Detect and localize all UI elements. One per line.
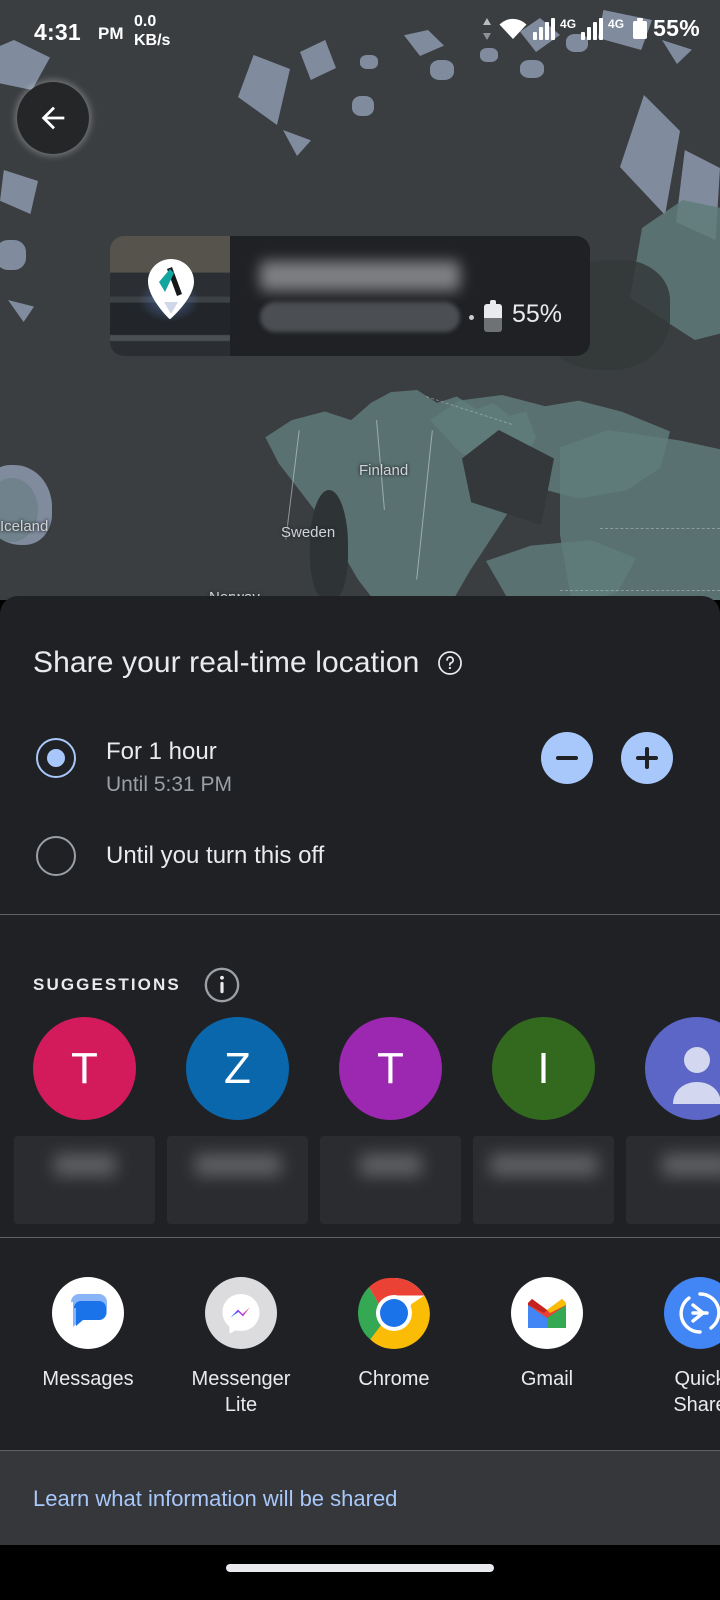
map-border-dashed xyxy=(560,590,720,591)
contact-name-redacted xyxy=(14,1136,155,1224)
person-icon xyxy=(672,1046,720,1104)
map-ice-shape xyxy=(520,60,544,78)
app-label: Gmail xyxy=(520,1368,574,1390)
radio-unselected[interactable] xyxy=(36,836,76,876)
app-item-messages[interactable]: Messages xyxy=(33,1277,143,1418)
duration-stepper xyxy=(541,732,673,784)
increase-duration-button[interactable] xyxy=(621,732,673,784)
avatar[interactable]: T xyxy=(339,1017,442,1120)
avatar-initial: T xyxy=(71,1043,98,1093)
avatar[interactable]: I xyxy=(492,1017,595,1120)
info-circle-icon[interactable] xyxy=(203,966,241,1004)
help-circle-icon[interactable] xyxy=(437,650,463,676)
contact-item[interactable]: Z xyxy=(167,1017,308,1224)
learn-more-link[interactable]: Learn what information will be shared xyxy=(33,1486,397,1512)
page-title: Share your real-time location xyxy=(33,646,420,679)
status-icons: 4G 4G 55% xyxy=(481,15,700,42)
contact-item[interactable] xyxy=(626,1017,720,1224)
app-label: Quick Share xyxy=(673,1368,720,1416)
avatar[interactable]: Z xyxy=(186,1017,289,1120)
home-gesture-bar[interactable] xyxy=(226,1564,494,1572)
navigation-bar xyxy=(0,1545,720,1600)
place-name-redacted xyxy=(260,261,460,291)
map-ice-shape xyxy=(0,240,26,270)
app-item-chrome[interactable]: Chrome xyxy=(339,1277,449,1418)
phone-screen: Iceland Sweden Finland Norway 55% 4:31 P… xyxy=(0,0,720,1600)
card-battery-percent: 55% xyxy=(512,300,563,328)
chrome-icon[interactable] xyxy=(358,1277,430,1349)
app-item-quick-share[interactable]: Quick Share xyxy=(645,1277,720,1418)
card-separator-dot xyxy=(469,315,474,320)
network-type-2: 4G xyxy=(608,16,625,31)
network-rate-value: 0.0 xyxy=(134,13,157,30)
status-ampm: PM xyxy=(98,24,124,43)
option-label: For 1 hour xyxy=(106,738,217,765)
suggested-contacts: T Z T I xyxy=(14,1017,720,1224)
messenger-lite-icon[interactable] xyxy=(205,1277,277,1349)
app-label: Messages xyxy=(42,1368,134,1390)
divider xyxy=(0,914,720,915)
status-time: 4:31 xyxy=(34,19,81,45)
share-app-row: Messages Messenger Lite Chrome Gmail Qui… xyxy=(33,1277,720,1418)
contact-name-redacted xyxy=(167,1136,308,1224)
option-until-off[interactable]: Until you turn this off xyxy=(36,836,324,876)
map-border-dashed xyxy=(600,528,720,529)
signal-4g-icon xyxy=(533,17,556,40)
quick-share-icon[interactable] xyxy=(664,1277,720,1349)
suggestions-header: SUGGESTIONS xyxy=(33,966,241,1004)
network-type-1: 4G xyxy=(560,16,577,31)
option-for-1-hour[interactable]: For 1 hour Until 5:31 PM xyxy=(36,738,232,798)
back-arrow-icon xyxy=(41,106,65,130)
footer-bar: Learn what information will be shared xyxy=(0,1451,720,1546)
map-canvas[interactable]: Iceland Sweden Finland Norway 55% xyxy=(0,0,720,600)
status-bar: 4:31 PM 0.0 KB/s 4G 4G 55% xyxy=(0,0,720,62)
map-label-finland: Finland xyxy=(359,462,409,479)
share-location-sheet: Share your real-time location For 1 hour… xyxy=(0,596,720,1600)
avatar[interactable] xyxy=(645,1017,720,1120)
map-label-sweden: Sweden xyxy=(281,524,336,541)
avatar[interactable]: T xyxy=(33,1017,136,1120)
decrease-duration-button[interactable] xyxy=(541,732,593,784)
map-ice-shape xyxy=(352,96,374,116)
battery-icon xyxy=(633,17,648,39)
map-label-iceland: Iceland xyxy=(0,518,49,535)
app-label: Messenger Lite xyxy=(191,1368,291,1416)
option-sublabel: Until 5:31 PM xyxy=(106,773,233,796)
app-item-messenger-lite[interactable]: Messenger Lite xyxy=(186,1277,296,1418)
option-label: Until you turn this off xyxy=(106,842,325,869)
place-address-redacted xyxy=(260,302,460,332)
messages-icon[interactable] xyxy=(52,1277,124,1349)
place-card-body[interactable]: 55% xyxy=(230,236,590,356)
network-rate-unit: KB/s xyxy=(134,32,171,49)
wifi-icon xyxy=(499,18,527,39)
map-water-inland xyxy=(310,490,348,600)
avatar-initial: Z xyxy=(224,1043,251,1093)
contact-item[interactable]: T xyxy=(320,1017,461,1224)
map-ice-shape xyxy=(430,60,454,80)
app-label: Chrome xyxy=(358,1368,430,1390)
back-button[interactable] xyxy=(17,82,89,154)
divider xyxy=(0,1237,720,1238)
radio-selected[interactable] xyxy=(36,738,76,778)
suggestions-label: SUGGESTIONS xyxy=(33,975,181,994)
contact-name-redacted xyxy=(626,1136,720,1224)
contact-item[interactable]: T xyxy=(14,1017,155,1224)
contact-item[interactable]: I xyxy=(473,1017,614,1224)
avatar-initial: T xyxy=(377,1043,404,1093)
sheet-header: Share your real-time location xyxy=(33,646,463,680)
gmail-icon[interactable] xyxy=(511,1277,583,1349)
app-item-gmail[interactable]: Gmail xyxy=(492,1277,602,1418)
contact-name-redacted xyxy=(320,1136,461,1224)
avatar-initial: I xyxy=(537,1043,550,1093)
data-transfer-icon xyxy=(483,17,492,40)
contact-name-redacted xyxy=(473,1136,614,1224)
location-pin-icon[interactable] xyxy=(146,258,196,320)
battery-percent: 55% xyxy=(653,15,700,41)
battery-icon xyxy=(484,300,502,332)
signal-4g-icon-2 xyxy=(581,17,604,40)
